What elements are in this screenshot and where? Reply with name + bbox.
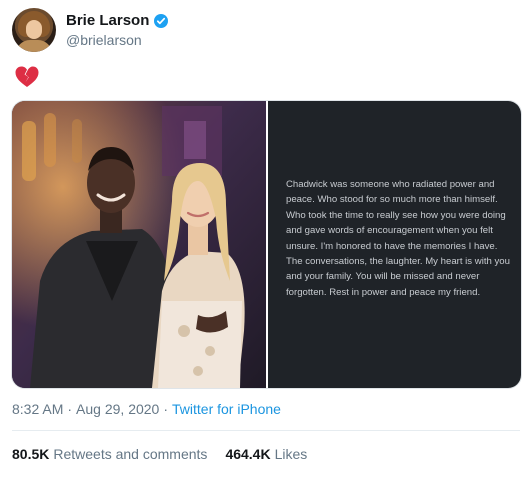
- statement-text: Chadwick was someone who radiated power …: [286, 179, 510, 298]
- tweet-header: Brie Larson @brielarson: [12, 8, 512, 52]
- meta-separator: ·: [163, 401, 169, 417]
- tweet-media[interactable]: Chadwick was someone who radiated power …: [11, 100, 522, 389]
- statement-image[interactable]: Chadwick was someone who radiated power …: [268, 101, 521, 388]
- tweet-date[interactable]: Aug 29, 2020: [76, 401, 159, 417]
- display-name[interactable]: Brie Larson: [66, 12, 149, 29]
- retweets-stat[interactable]: 80.5K Retweets and comments: [12, 446, 207, 462]
- retweets-label: Retweets and comments: [53, 446, 208, 462]
- avatar[interactable]: [12, 8, 56, 52]
- photo-image[interactable]: [12, 101, 266, 388]
- tweet-time[interactable]: 8:32 AM: [12, 401, 63, 417]
- likes-count: 464.4K: [225, 446, 271, 462]
- user-handle[interactable]: @brielarson: [66, 32, 142, 48]
- broken-heart-icon: [14, 65, 40, 89]
- avatar-face: [26, 20, 42, 39]
- tweet-stats: 80.5K Retweets and comments 464.4K Likes: [12, 446, 307, 462]
- name-row: Brie Larson: [66, 12, 169, 29]
- likes-stat[interactable]: 464.4K Likes: [225, 446, 307, 462]
- meta-separator: ·: [67, 401, 73, 417]
- verified-badge-icon: [153, 13, 169, 29]
- divider: [12, 430, 520, 431]
- retweets-count: 80.5K: [12, 446, 50, 462]
- avatar-shirt: [16, 40, 52, 52]
- source-link[interactable]: Twitter for iPhone: [172, 401, 281, 417]
- tweet-meta: 8:32 AM · Aug 29, 2020 · Twitter for iPh…: [12, 401, 281, 417]
- likes-label: Likes: [274, 446, 308, 462]
